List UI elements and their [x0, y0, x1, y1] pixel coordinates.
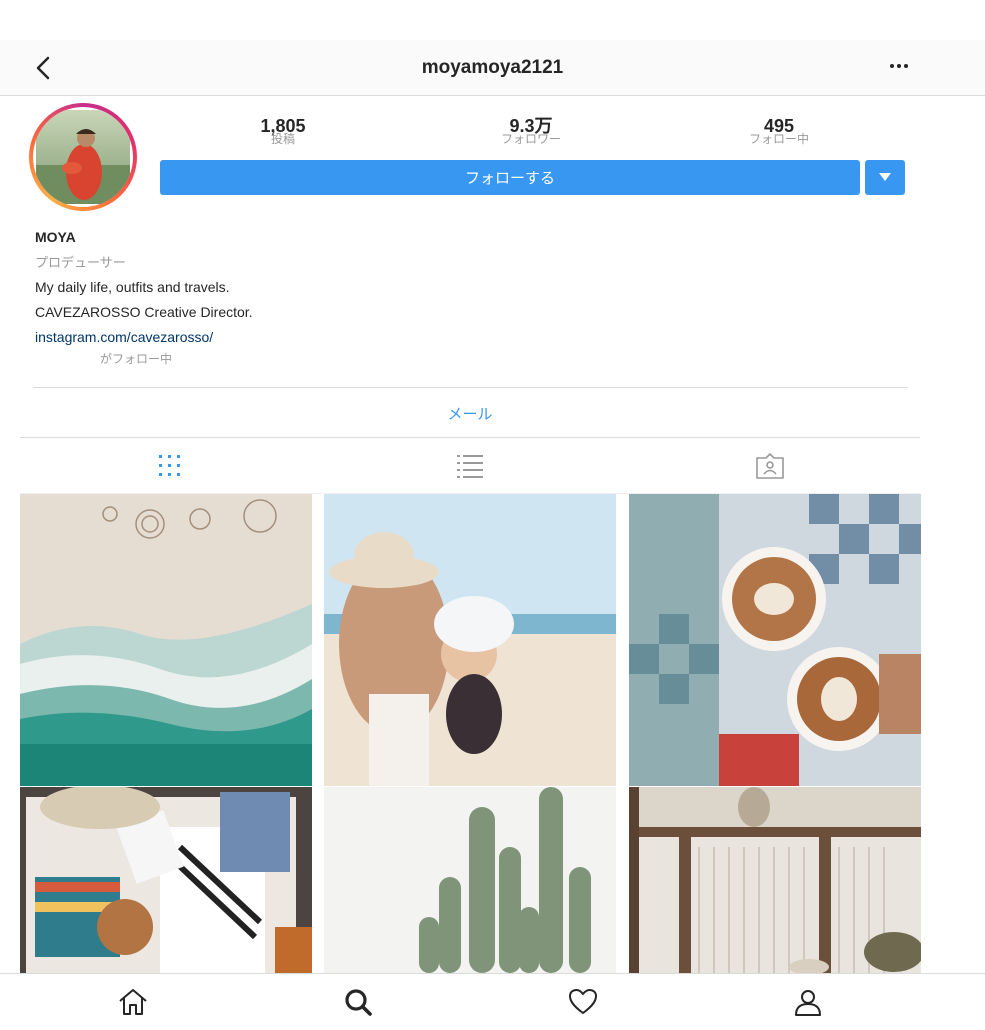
avatar[interactable]: [29, 103, 137, 211]
post-thumbnail-coffee-tiles[interactable]: [629, 494, 921, 786]
bio-line: My daily life, outfits and travels.: [35, 279, 230, 295]
posts-count-label: 投稿: [270, 132, 295, 146]
search-icon[interactable]: [342, 986, 374, 1018]
followed-by-text[interactable]: がフォロー中: [100, 350, 172, 367]
bio-line: CAVEZAROSSO Creative Director.: [35, 304, 253, 320]
top-bar: moyamoya2121: [0, 40, 985, 96]
posts-count: 1,805 投稿: [223, 117, 343, 145]
following-count-label: フォロー中: [748, 132, 809, 146]
follow-button[interactable]: フォローする: [160, 160, 860, 195]
bottom-nav: [0, 973, 985, 1030]
avatar-photo: [33, 107, 133, 207]
page-title: moyamoya2121: [421, 57, 564, 78]
post-thumbnail-beach-aerial[interactable]: [20, 494, 312, 786]
heart-icon[interactable]: [567, 986, 599, 1018]
post-thumbnail-suitcase[interactable]: [20, 787, 312, 973]
more-options-icon[interactable]: [884, 56, 914, 76]
home-icon[interactable]: [117, 986, 149, 1018]
followers-count-label: フォロワー: [500, 132, 561, 146]
divider: [33, 387, 908, 388]
followers-count[interactable]: 9.3万 フォロワー: [471, 117, 591, 145]
list-icon[interactable]: [455, 452, 485, 480]
bio-link[interactable]: instagram.com/cavezarosso/: [35, 325, 253, 350]
chevron-down-icon: [879, 173, 891, 181]
profile-category: プロデューサー: [35, 255, 126, 270]
profile-bio: MOYA プロデューサー My daily life, outfits and …: [35, 225, 253, 350]
email-button[interactable]: メール: [0, 403, 940, 424]
profile-name: MOYA: [35, 229, 76, 245]
divider: [20, 437, 920, 438]
following-count[interactable]: 495 フォロー中: [719, 117, 839, 145]
post-thumbnail-cactus[interactable]: [324, 787, 616, 973]
post-thumbnail-mother-baby-beach[interactable]: [324, 494, 616, 786]
profile-icon[interactable]: [792, 986, 824, 1018]
grid-icon[interactable]: [155, 452, 185, 480]
tagged-icon[interactable]: [755, 452, 785, 480]
post-thumbnail-pergola[interactable]: [629, 787, 921, 973]
suggestions-dropdown-button[interactable]: [865, 160, 905, 195]
